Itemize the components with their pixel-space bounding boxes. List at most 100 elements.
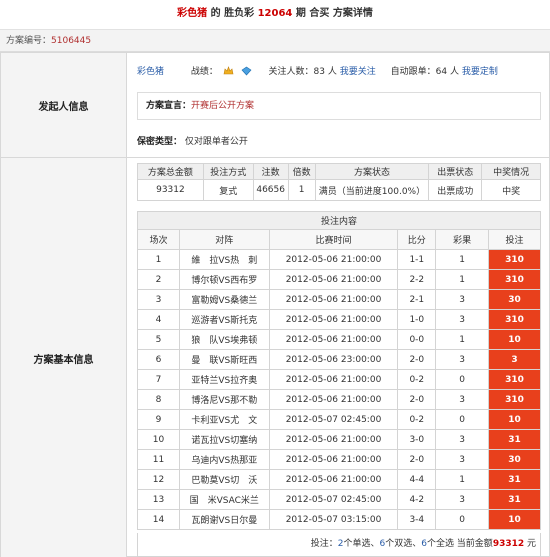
auto-follow-count: 64 [435, 67, 448, 77]
gold-crown-icon [223, 66, 234, 75]
page-title: 彩色猪 的 胜负彩 12064 期 合买 方案详情 [0, 0, 550, 30]
bet-header-cell: 对阵 [178, 229, 270, 250]
initiator-info: 彩色猪 战绩： 关注人数：83 人 我要关注 自动跟单：64 人 我要定制 方案… [127, 53, 550, 158]
match-number: 14 [137, 509, 180, 530]
match-teams: 国 米VSAC米兰 [178, 489, 270, 510]
match-number: 9 [137, 409, 180, 430]
match-number: 12 [137, 469, 180, 490]
summary-header-cell: 中奖情况 [481, 163, 541, 180]
bet-table: 投注内容 场次 对阵 比赛时间 比分 彩果 投注 1維 拉VS热 刺 2012-05-06 … [137, 211, 541, 530]
current-amount: 93312 [492, 539, 525, 549]
basic-section-label: 方案基本信息 [1, 158, 127, 557]
match-score: 1-0 [397, 309, 437, 330]
footer-prefix: 投注： [310, 539, 338, 549]
bet-selection: 31 [488, 489, 541, 510]
bet-selection: 310 [488, 309, 541, 330]
amount-unit: 元 [524, 539, 536, 549]
bet-selection: 10 [488, 409, 541, 430]
match-score: 4-4 [397, 469, 437, 490]
secret-type-value: 仅对跟单者公开 [184, 137, 248, 147]
match-number: 13 [137, 489, 180, 510]
match-result: 0 [435, 409, 490, 430]
match-result: 3 [435, 429, 490, 450]
match-score: 3-0 [397, 429, 437, 450]
match-result: 3 [435, 309, 490, 330]
full-label: 个全选 当前金额 [426, 539, 493, 549]
bet-selection: 31 [488, 429, 541, 450]
bet-header-row: 场次 对阵 比赛时间 比分 彩果 投注 [137, 229, 541, 250]
match-time: 2012-05-07 02:45:00 [268, 489, 399, 510]
secret-type-label: 保密类型： [137, 137, 183, 147]
match-score: 2-0 [397, 349, 437, 370]
table-row: 3 富勒姆VS桑德兰 2012-05-06 21:00:00 2-1 3 30 [137, 289, 541, 310]
match-number: 7 [137, 369, 180, 390]
table-row: 5狼 队VS埃弗顿 2012-05-06 21:00:00 0-0 1 10 [137, 329, 541, 350]
table-row: 1維 拉VS热 刺 2012-05-06 21:00:00 1-1 1 310 [137, 249, 541, 270]
match-score: 3-4 [397, 509, 437, 530]
table-row: 10 诺瓦拉VS切塞纳 2012-05-06 21:00:00 3-0 3 31 [137, 429, 541, 450]
match-score: 4-2 [397, 489, 437, 510]
summary-cell: 满员（当前进度100.0%） [314, 179, 430, 201]
detail-panel: 发起人信息 方案基本信息 彩色猪 战绩： 关注人数：83 人 我要关注 自动跟单… [0, 52, 550, 557]
match-teams: 巴勒莫VS切 沃 [178, 469, 270, 490]
table-row: 14 瓦朗谢VS日尔曼 2012-05-07 03:15:00 3-4 0 10 [137, 509, 541, 530]
match-time: 2012-05-06 21:00:00 [268, 469, 399, 490]
bet-summary-footer: 投注：2个单选、6个双选、6个全选 当前金额93312 元 [137, 533, 541, 557]
match-time: 2012-05-06 21:00:00 [268, 269, 399, 290]
initiator-stats: 彩色猪 战绩： 关注人数：83 人 我要关注 自动跟单：64 人 我要定制 [137, 64, 498, 77]
bet-header-cell: 彩果 [435, 229, 490, 250]
match-teams: 亚特兰VS拉齐奥 [178, 369, 270, 390]
bet-selection: 10 [488, 509, 541, 530]
match-result: 1 [435, 469, 490, 490]
summary-cell: 复式 [202, 179, 254, 201]
case-number-value: 5106445 [51, 36, 92, 46]
match-score: 2-1 [397, 289, 437, 310]
bet-table-body: 1維 拉VS热 刺 2012-05-06 21:00:00 1-1 1 310 2 博尔顿V… [137, 249, 541, 530]
basic-info: 方案总金额 投注方式 注数 倍数 方案状态 出票状态 中奖情况 93312 复式 46656 1 满… [127, 158, 550, 557]
bet-selection: 30 [488, 289, 541, 310]
match-teams: 卡利亚VS尤 文 [178, 409, 270, 430]
summary-cell: 1 [287, 179, 316, 201]
match-result: 3 [435, 489, 490, 510]
initiator-section-label: 发起人信息 [1, 53, 127, 158]
issue-number: 12064 [257, 8, 293, 19]
summary-data-row: 93312 复式 46656 1 满员（当前进度100.0%） 出票成功 中奖 [137, 179, 541, 201]
match-number: 4 [137, 309, 180, 330]
follow-link[interactable]: 我要关注 [340, 67, 376, 77]
match-number: 1 [137, 249, 180, 270]
summary-cell: 中奖 [481, 179, 541, 201]
match-teams: 富勒姆VS桑德兰 [178, 289, 270, 310]
match-number: 10 [137, 429, 180, 450]
match-time: 2012-05-06 21:00:00 [268, 369, 399, 390]
match-score: 2-0 [397, 449, 437, 470]
match-number: 6 [137, 349, 180, 370]
match-time: 2012-05-06 23:00:00 [268, 349, 399, 370]
match-result: 3 [435, 389, 490, 410]
customize-link[interactable]: 我要定制 [462, 67, 498, 77]
title-text-2: 期 合买 方案详情 [292, 8, 373, 19]
declaration-value: 开赛后公开方案 [191, 101, 255, 111]
summary-header-row: 方案总金额 投注方式 注数 倍数 方案状态 出票状态 中奖情况 [137, 163, 541, 180]
auto-follow-label: 自动跟单： [390, 67, 436, 77]
follow-unit: 人 [325, 67, 340, 77]
table-row: 9 卡利亚VS尤 文 2012-05-07 02:45:00 0-2 0 10 [137, 409, 541, 430]
match-result: 0 [435, 509, 490, 530]
match-time: 2012-05-06 21:00:00 [268, 249, 399, 270]
match-score: 0-0 [397, 329, 437, 350]
match-result: 3 [435, 289, 490, 310]
table-row: 8 博洛尼VS那不勒 2012-05-06 21:00:00 2-0 3 310 [137, 389, 541, 410]
brand-name[interactable]: 彩色猪 [177, 8, 207, 19]
summary-header-cell: 出票状态 [428, 163, 483, 180]
match-number: 3 [137, 289, 180, 310]
bet-selection: 310 [488, 369, 541, 390]
bet-selection: 3 [488, 349, 541, 370]
match-result: 1 [435, 329, 490, 350]
match-result: 3 [435, 349, 490, 370]
match-teams: 狼 队VS埃弗顿 [178, 329, 270, 350]
summary-table: 方案总金额 投注方式 注数 倍数 方案状态 出票状态 中奖情况 93312 复式 46656 1 满… [137, 163, 541, 201]
match-teams: 曼 联VS斯旺西 [178, 349, 270, 370]
initiator-name-link[interactable]: 彩色猪 [137, 67, 164, 77]
bet-selection: 310 [488, 249, 541, 270]
summary-header-cell: 方案状态 [314, 163, 430, 180]
match-teams: 博尔顿VS西布罗 [178, 269, 270, 290]
